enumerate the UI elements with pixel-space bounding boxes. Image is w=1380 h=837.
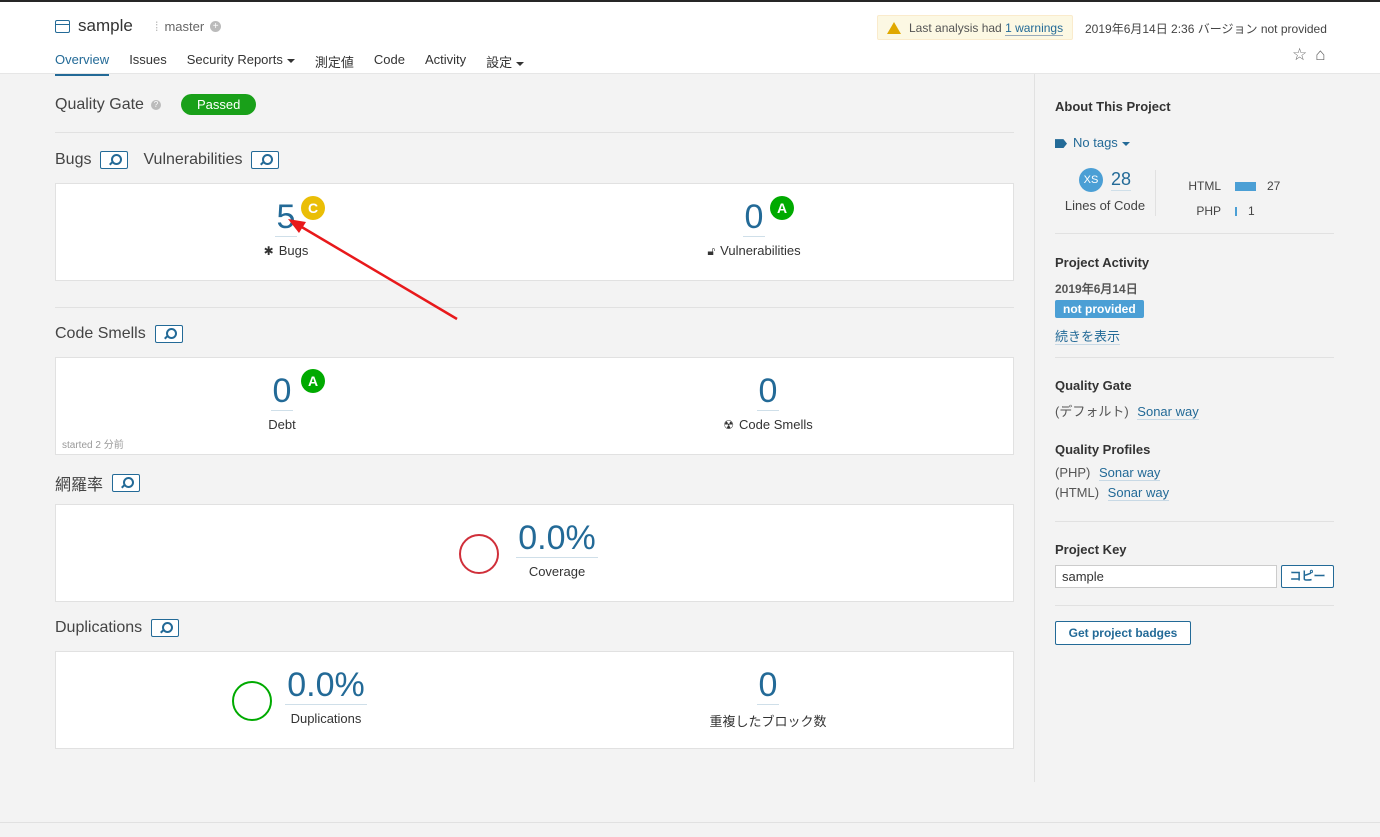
profile-lang: (PHP) (1055, 465, 1091, 480)
profile-row: (HTML) Sonar way (1055, 485, 1334, 501)
divider (1055, 605, 1334, 606)
sidebar-qg-title: Quality Gate (1055, 378, 1132, 393)
copy-key-button[interactable]: コピー (1281, 565, 1334, 588)
project-sidebar: About This Project No tags XS 28 Lines o… (1034, 74, 1380, 782)
sidebar-qg-link[interactable]: Sonar way (1137, 404, 1199, 420)
divider (1055, 357, 1334, 358)
lang-name: HTML (1188, 179, 1221, 193)
language-row-php: PHP 1 (1185, 202, 1280, 220)
activity-title: Project Activity (1055, 255, 1150, 270)
chevron-down-icon (1121, 141, 1130, 146)
annotation-arrow-line (299, 224, 458, 321)
tag-icon (1055, 139, 1067, 149)
activity-more-row: 続きを表示 (1055, 326, 1334, 345)
profiles-title: Quality Profiles (1055, 442, 1151, 457)
lang-name: PHP (1196, 204, 1221, 218)
project-key-input[interactable] (1055, 565, 1277, 588)
lang-count: 27 (1267, 179, 1281, 193)
profile-link[interactable]: Sonar way (1107, 485, 1170, 501)
sidebar-qg-prefix: (デフォルト) (1055, 404, 1129, 419)
loc-label: Lines of Code (1064, 198, 1146, 213)
activity-version-row: not provided (1055, 300, 1334, 318)
annotation-arrow-head (288, 219, 306, 233)
tags-selector[interactable]: No tags (1055, 135, 1334, 150)
activity-date: 2019年6月14日 (1055, 282, 1138, 296)
sidebar-qg-row: (デフォルト) Sonar way (1055, 401, 1334, 420)
get-project-badges-button[interactable]: Get project badges (1055, 621, 1191, 645)
profile-link[interactable]: Sonar way (1099, 465, 1161, 481)
about-title: About This Project (1055, 99, 1171, 114)
lang-bar (1235, 206, 1237, 216)
loc-value[interactable]: 28 (1110, 169, 1132, 191)
loc-row: XS 28 (1055, 168, 1155, 192)
activity-version-badge: not provided (1055, 300, 1144, 318)
lines-of-code: XS 28 Lines of Code (1055, 168, 1155, 213)
tags-label: No tags (1073, 135, 1118, 150)
loc-size-badge: XS (1078, 168, 1103, 192)
language-distribution: HTML 27 PHP 1 (1185, 177, 1280, 220)
profile-lang: (HTML) (1055, 485, 1100, 500)
profile-row: (PHP) Sonar way (1055, 465, 1334, 481)
project-key-title: Project Key (1055, 542, 1127, 557)
activity-more-link[interactable]: 続きを表示 (1055, 329, 1121, 345)
language-row-html: HTML 27 (1185, 177, 1280, 195)
divider (1155, 170, 1156, 216)
footer-divider (0, 822, 1380, 823)
divider (1055, 521, 1334, 522)
lang-count: 1 (1248, 204, 1255, 218)
lang-bar (1235, 181, 1256, 191)
divider (1055, 233, 1334, 234)
